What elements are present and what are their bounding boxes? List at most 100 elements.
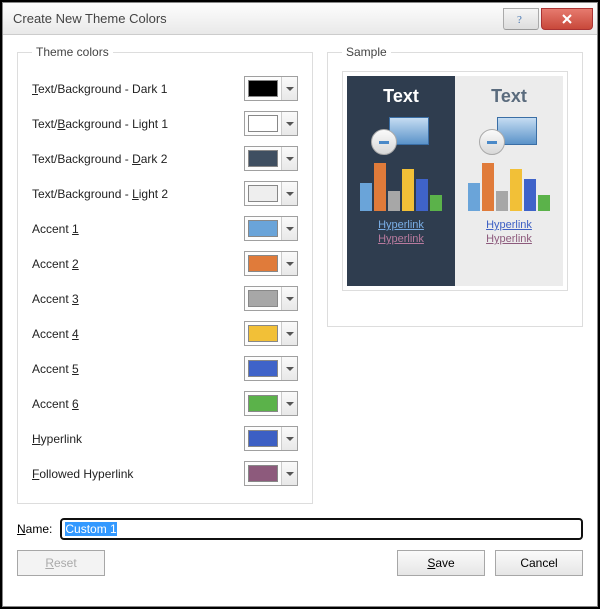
color-dropdown[interactable] bbox=[244, 251, 298, 276]
color-dropdown[interactable] bbox=[244, 286, 298, 311]
sample-followed-hyperlink: Hyperlink bbox=[486, 233, 532, 245]
color-row: Text/Background - Light 2 bbox=[32, 176, 298, 211]
color-row: Followed Hyperlink bbox=[32, 456, 298, 491]
color-row: Accent 1 bbox=[32, 211, 298, 246]
color-swatch bbox=[248, 255, 278, 272]
sample-followed-hyperlink: Hyperlink bbox=[378, 233, 424, 245]
sample-panel-dark: Text bbox=[347, 76, 455, 286]
chevron-down-icon bbox=[281, 322, 297, 345]
color-dropdown[interactable] bbox=[244, 181, 298, 206]
color-dropdown[interactable] bbox=[244, 111, 298, 136]
close-icon bbox=[561, 13, 573, 25]
sample-group: Sample Text bbox=[327, 45, 583, 327]
chevron-down-icon bbox=[281, 182, 297, 205]
circle-icon bbox=[479, 129, 505, 155]
color-row: Text/Background - Light 1 bbox=[32, 106, 298, 141]
cancel-button[interactable]: Cancel bbox=[495, 550, 583, 576]
chevron-down-icon bbox=[281, 357, 297, 380]
titlebar: Create New Theme Colors ? bbox=[3, 3, 597, 35]
color-label: Text/Background - Dark 1 bbox=[32, 82, 244, 96]
bar-icon bbox=[524, 179, 536, 211]
color-label: Text/Background - Dark 2 bbox=[32, 152, 244, 166]
color-label: Followed Hyperlink bbox=[32, 467, 244, 481]
sample-hyperlink: Hyperlink bbox=[378, 219, 424, 231]
color-swatch bbox=[248, 325, 278, 342]
chevron-down-icon bbox=[281, 217, 297, 240]
bar-icon bbox=[402, 169, 414, 211]
chevron-down-icon bbox=[281, 252, 297, 275]
sample-chart-dark bbox=[360, 159, 442, 211]
theme-colors-group: Theme colors Text/Background - Dark 1 Tex… bbox=[17, 45, 313, 504]
bar-icon bbox=[416, 179, 428, 211]
color-row: Accent 4 bbox=[32, 316, 298, 351]
save-button[interactable]: Save bbox=[397, 550, 485, 576]
color-swatch bbox=[248, 150, 278, 167]
dialog-content: Theme colors Text/Background - Dark 1 Tex… bbox=[3, 35, 597, 606]
close-button[interactable] bbox=[541, 8, 593, 30]
reset-button[interactable]: Reset bbox=[17, 550, 105, 576]
color-dropdown[interactable] bbox=[244, 461, 298, 486]
sample-links-dark: Hyperlink Hyperlink bbox=[378, 219, 424, 245]
sample-legend: Sample bbox=[342, 45, 391, 59]
color-swatch bbox=[248, 395, 278, 412]
color-label: Text/Background - Light 2 bbox=[32, 187, 244, 201]
bar-icon bbox=[482, 163, 494, 211]
help-button[interactable]: ? bbox=[503, 8, 539, 30]
color-dropdown[interactable] bbox=[244, 356, 298, 381]
color-label: Accent 4 bbox=[32, 327, 244, 341]
color-swatch bbox=[248, 115, 278, 132]
sample-shapes-dark bbox=[371, 117, 431, 153]
color-dropdown[interactable] bbox=[244, 146, 298, 171]
name-input[interactable] bbox=[60, 518, 583, 540]
sample-text-light: Text bbox=[491, 86, 527, 107]
bar-icon bbox=[374, 163, 386, 211]
svg-text:?: ? bbox=[517, 14, 522, 25]
color-dropdown[interactable] bbox=[244, 321, 298, 346]
sample-panel-light: Text bbox=[455, 76, 563, 286]
color-row: Accent 6 bbox=[32, 386, 298, 421]
color-row: Accent 3 bbox=[32, 281, 298, 316]
bar-icon bbox=[388, 191, 400, 211]
color-swatch bbox=[248, 465, 278, 482]
color-label: Hyperlink bbox=[32, 432, 244, 446]
bar-icon bbox=[510, 169, 522, 211]
color-dropdown[interactable] bbox=[244, 426, 298, 451]
sample-text-dark: Text bbox=[383, 86, 419, 107]
color-dropdown[interactable] bbox=[244, 216, 298, 241]
color-swatch bbox=[248, 430, 278, 447]
bar-icon bbox=[538, 195, 550, 211]
color-swatch bbox=[248, 360, 278, 377]
bar-icon bbox=[468, 183, 480, 211]
chevron-down-icon bbox=[281, 147, 297, 170]
color-label: Accent 1 bbox=[32, 222, 244, 236]
chevron-down-icon bbox=[281, 462, 297, 485]
color-row: Text/Background - Dark 1 bbox=[32, 71, 298, 106]
color-swatch bbox=[248, 80, 278, 97]
sample-chart-light bbox=[468, 159, 550, 211]
dialog-title: Create New Theme Colors bbox=[13, 11, 503, 26]
color-dropdown[interactable] bbox=[244, 76, 298, 101]
color-swatch bbox=[248, 185, 278, 202]
bar-icon bbox=[496, 191, 508, 211]
chevron-down-icon bbox=[281, 77, 297, 100]
color-row: Hyperlink bbox=[32, 421, 298, 456]
name-label: Name: bbox=[17, 522, 52, 536]
color-label: Accent 6 bbox=[32, 397, 244, 411]
theme-colors-legend: Theme colors bbox=[32, 45, 113, 59]
color-label: Accent 2 bbox=[32, 257, 244, 271]
color-swatch bbox=[248, 290, 278, 307]
color-row: Accent 5 bbox=[32, 351, 298, 386]
sample-panels: Text bbox=[342, 71, 568, 291]
dialog-create-theme-colors: Create New Theme Colors ? Theme colors T… bbox=[2, 2, 598, 607]
chevron-down-icon bbox=[281, 427, 297, 450]
color-label: Text/Background - Light 1 bbox=[32, 117, 244, 131]
color-row: Accent 2 bbox=[32, 246, 298, 281]
sample-links-light: Hyperlink Hyperlink bbox=[486, 219, 532, 245]
name-row: Name: bbox=[17, 518, 583, 540]
sample-hyperlink: Hyperlink bbox=[486, 219, 532, 231]
chevron-down-icon bbox=[281, 392, 297, 415]
color-dropdown[interactable] bbox=[244, 391, 298, 416]
bar-icon bbox=[430, 195, 442, 211]
bar-icon bbox=[360, 183, 372, 211]
footer: Reset Save Cancel bbox=[17, 550, 583, 576]
